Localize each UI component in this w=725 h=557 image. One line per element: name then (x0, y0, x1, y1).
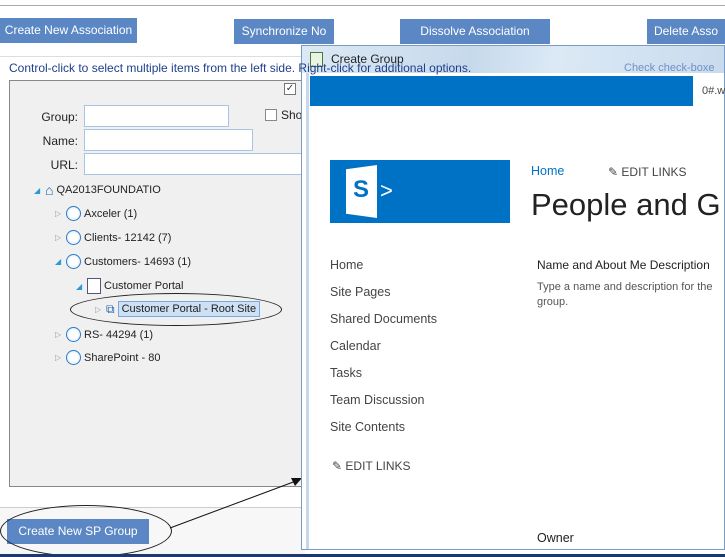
nav-shared-documents[interactable]: Shared Documents (330, 312, 437, 326)
edit-links-nav[interactable]: ✎ EDIT LINKS (332, 459, 411, 473)
section-description: Type a name and description for the grou… (537, 281, 713, 308)
instructions-text: Control-click to select multiple items f… (9, 61, 472, 75)
page-title: People and G (531, 187, 721, 222)
section-title: Name and About Me Description (537, 258, 710, 272)
create-group-dialog: Create Group 0#.w S > Home ✎ EDIT LINKS … (301, 45, 725, 550)
user-name[interactable]: 0#.w (702, 85, 725, 97)
breadcrumb-home-link[interactable]: Home (531, 164, 564, 178)
nav-team-discussion[interactable]: Team Discussion (330, 393, 424, 407)
pencil-icon: ✎ (332, 459, 343, 473)
owner-label: Owner (537, 531, 574, 545)
edit-links-top[interactable]: ✎ EDIT LINKS (608, 165, 687, 179)
sharepoint-logo[interactable]: S > (330, 160, 510, 223)
instructions-right-text: Check check-boxe (624, 62, 715, 74)
nav-calendar[interactable]: Calendar (330, 339, 381, 353)
nav-site-pages[interactable]: Site Pages (330, 285, 390, 299)
pencil-icon: ✎ (608, 165, 619, 179)
nav-tasks[interactable]: Tasks (330, 366, 362, 380)
suite-bar (310, 76, 693, 106)
dialog-frame (306, 73, 309, 549)
nav-site-contents[interactable]: Site Contents (330, 420, 405, 434)
nav-home[interactable]: Home (330, 258, 363, 272)
